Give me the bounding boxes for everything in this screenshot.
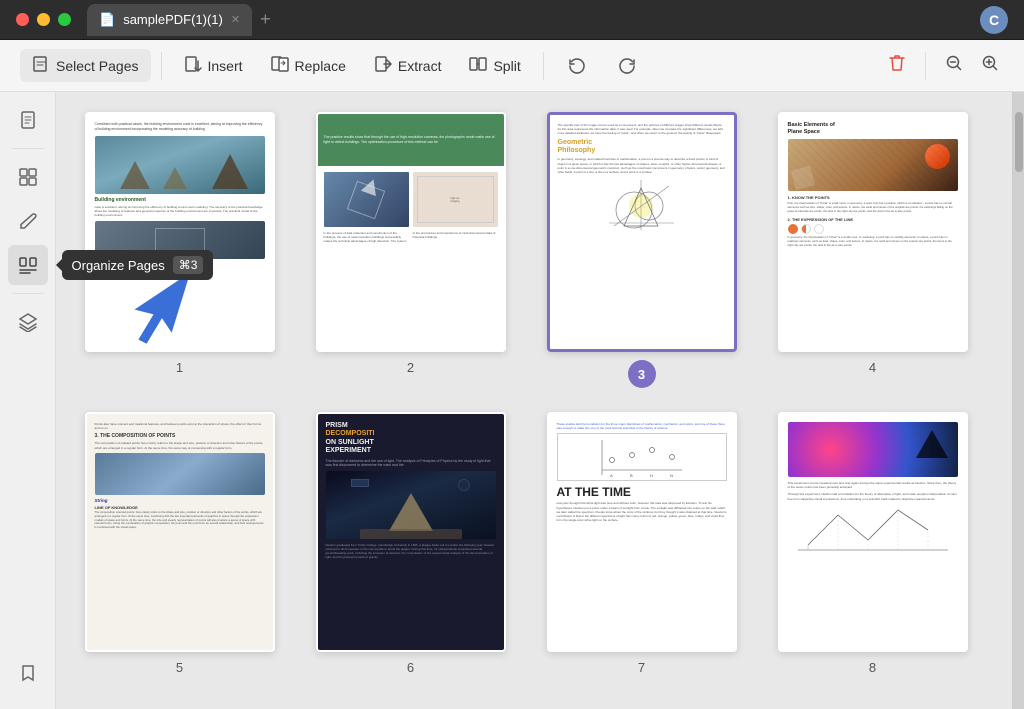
tooltip-label: Organize Pages bbox=[72, 258, 165, 273]
page-num-1: 1 bbox=[176, 360, 183, 375]
zoom-out-button[interactable] bbox=[940, 49, 968, 82]
page-num-6: 6 bbox=[407, 660, 414, 675]
page-num-5: 5 bbox=[176, 660, 183, 675]
pages-grid: Combined with practical cases, the build… bbox=[76, 112, 976, 675]
page-num-badge-3: 3 bbox=[628, 360, 656, 388]
page4-content: Basic Elements ofPlane Space 1. KNOW THE… bbox=[780, 114, 966, 350]
page-item-4: Basic Elements ofPlane Space 1. KNOW THE… bbox=[769, 112, 976, 388]
sidebar-layers-icon[interactable] bbox=[8, 302, 48, 342]
scrollbar[interactable] bbox=[1012, 92, 1024, 709]
rotate-right-icon bbox=[616, 55, 638, 77]
page-thumb-1[interactable]: Combined with practical cases, the build… bbox=[85, 112, 275, 352]
delete-button[interactable] bbox=[883, 49, 911, 82]
extract-label: Extract bbox=[398, 58, 442, 74]
page-num-2: 2 bbox=[407, 360, 414, 375]
left-sidebar: Organize Pages ⌘3 bbox=[0, 92, 56, 709]
page-thumb-6[interactable]: PRISMDECOMPOSITION SUNLIGHTEXPERIMENT Th… bbox=[316, 412, 506, 652]
insert-label: Insert bbox=[208, 58, 243, 74]
insert-button[interactable]: Insert bbox=[172, 49, 255, 82]
page-item-3: The specific part of the image can be us… bbox=[538, 112, 745, 388]
page5-content: Points also have moment and rotational f… bbox=[87, 414, 273, 650]
select-pages-label: Select Pages bbox=[56, 58, 139, 74]
sidebar-thumbnail-icon[interactable] bbox=[8, 157, 48, 197]
page-thumb-7[interactable]: These studies laid the foundation for th… bbox=[547, 412, 737, 652]
page2-content: The practice results show that through t… bbox=[318, 114, 504, 350]
toolbar-right bbox=[883, 49, 1004, 82]
insert-icon bbox=[184, 55, 202, 76]
sidebar-bookmark-icon[interactable] bbox=[8, 653, 48, 693]
tab-bar: 📄 samplePDF(1)(1) ✕ + bbox=[87, 4, 980, 36]
rotate-left-button[interactable] bbox=[554, 49, 600, 83]
split-label: Split bbox=[493, 58, 520, 74]
add-tab-button[interactable]: + bbox=[260, 9, 271, 30]
toolbar: Select Pages Insert Replace Extr bbox=[0, 40, 1024, 92]
sidebar-edit-icon[interactable] bbox=[8, 201, 48, 241]
title-bar: 📄 samplePDF(1)(1) ✕ + C bbox=[0, 0, 1024, 40]
select-pages-button[interactable]: Select Pages bbox=[20, 49, 151, 82]
page-thumb-4[interactable]: Basic Elements ofPlane Space 1. KNOW THE… bbox=[778, 112, 968, 352]
page-thumb-3[interactable]: The specific part of the image can be us… bbox=[547, 112, 737, 352]
sidebar-divider-2 bbox=[12, 293, 44, 294]
svg-text:N: N bbox=[670, 473, 673, 478]
user-avatar[interactable]: C bbox=[980, 6, 1008, 34]
page-num-4: 4 bbox=[869, 360, 876, 375]
page-thumb-5[interactable]: Points also have moment and rotational f… bbox=[85, 412, 275, 652]
tab-close-icon[interactable]: ✕ bbox=[231, 13, 240, 26]
extract-icon bbox=[374, 55, 392, 76]
page-thumb-2[interactable]: The practice results show that through t… bbox=[316, 112, 506, 352]
traffic-lights bbox=[16, 13, 71, 26]
tab-title: samplePDF(1)(1) bbox=[123, 12, 223, 27]
page3-content: The specific part of the image can be us… bbox=[550, 115, 734, 349]
trash-icon bbox=[887, 53, 907, 73]
sidebar-divider-1 bbox=[12, 148, 44, 149]
divider-3 bbox=[925, 52, 926, 80]
page-num-7: 7 bbox=[638, 660, 645, 675]
minimize-button[interactable] bbox=[37, 13, 50, 26]
page-item-5: Points also have moment and rotational f… bbox=[76, 412, 283, 675]
maximize-button[interactable] bbox=[58, 13, 71, 26]
sidebar-doc-icon[interactable] bbox=[8, 100, 48, 140]
extract-button[interactable]: Extract bbox=[362, 49, 454, 82]
page6-content: PRISMDECOMPOSITION SUNLIGHTEXPERIMENT Th… bbox=[318, 414, 504, 650]
organize-icon-container[interactable]: Organize Pages ⌘3 bbox=[8, 245, 48, 285]
divider-1 bbox=[161, 52, 162, 80]
page-item-6: PRISMDECOMPOSITION SUNLIGHTEXPERIMENT Th… bbox=[307, 412, 514, 675]
rotate-right-button[interactable] bbox=[604, 49, 650, 83]
page7-content: These studies laid the foundation for th… bbox=[549, 414, 735, 650]
replace-icon bbox=[271, 55, 289, 76]
active-tab[interactable]: 📄 samplePDF(1)(1) ✕ bbox=[87, 4, 252, 36]
page1-content: Combined with practical cases, the build… bbox=[87, 114, 273, 350]
svg-text:H: H bbox=[650, 473, 653, 478]
split-button[interactable]: Split bbox=[457, 49, 532, 82]
page8-content: This experiment can be repeated over and… bbox=[780, 414, 966, 650]
page-item-8: This experiment can be repeated over and… bbox=[769, 412, 976, 675]
replace-label: Replace bbox=[295, 58, 346, 74]
page-item-2: The practice results show that through t… bbox=[307, 112, 514, 388]
replace-button[interactable]: Replace bbox=[259, 49, 358, 82]
page-item-7: These studies laid the foundation for th… bbox=[538, 412, 745, 675]
split-icon bbox=[469, 55, 487, 76]
svg-text:A: A bbox=[610, 473, 613, 478]
content-area[interactable]: Combined with practical cases, the build… bbox=[56, 92, 1012, 709]
zoom-in-icon bbox=[980, 53, 1000, 73]
main-layout: Organize Pages ⌘3 bbox=[0, 92, 1024, 709]
sidebar-organize-icon[interactable] bbox=[8, 245, 48, 285]
rotate-left-icon bbox=[566, 55, 588, 77]
divider-2 bbox=[543, 52, 544, 80]
scroll-thumb[interactable] bbox=[1015, 112, 1023, 172]
select-pages-icon bbox=[32, 55, 50, 76]
page-thumb-8[interactable]: This experiment can be repeated over and… bbox=[778, 412, 968, 652]
tooltip-shortcut: ⌘3 bbox=[173, 256, 204, 274]
close-button[interactable] bbox=[16, 13, 29, 26]
page-num-8: 8 bbox=[869, 660, 876, 675]
svg-text:B: B bbox=[630, 473, 633, 478]
zoom-in-button[interactable] bbox=[976, 49, 1004, 82]
zoom-out-icon bbox=[944, 53, 964, 73]
organize-pages-tooltip: Organize Pages ⌘3 bbox=[62, 250, 214, 280]
tab-doc-icon: 📄 bbox=[99, 12, 115, 28]
